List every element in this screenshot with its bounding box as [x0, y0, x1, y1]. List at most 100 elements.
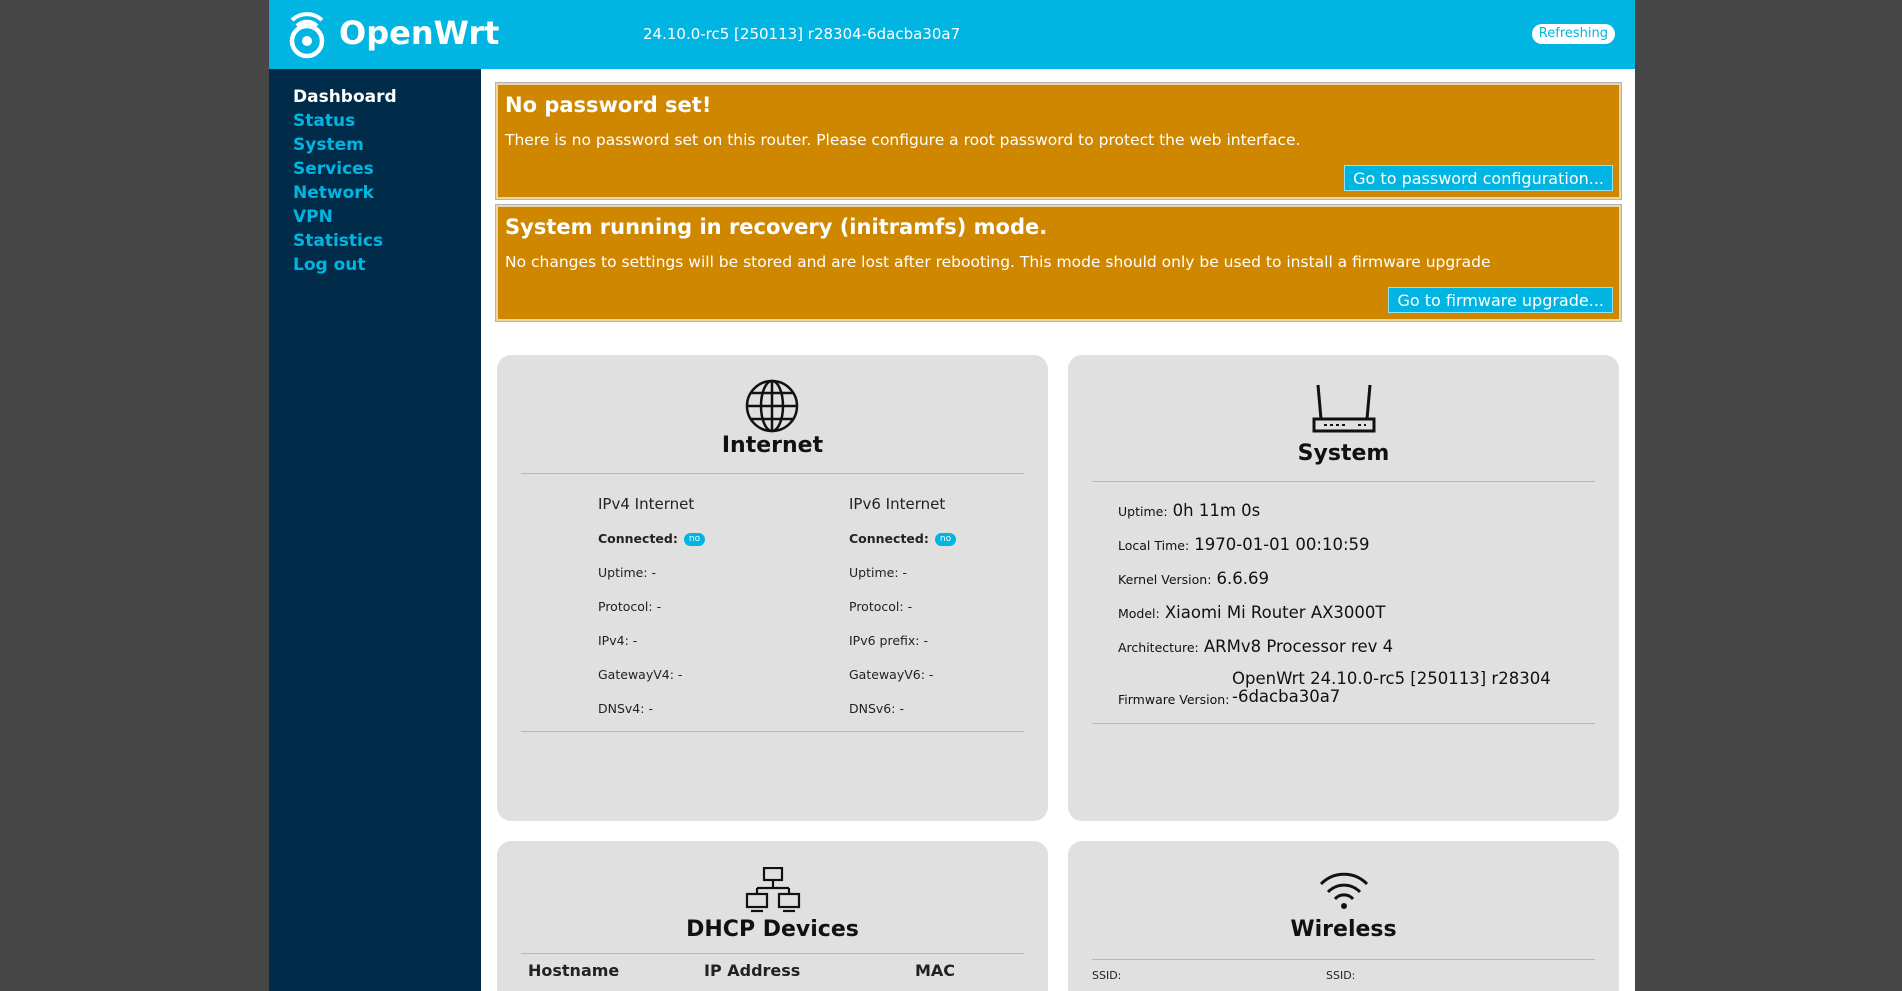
ipv6-uptime-value: -	[902, 565, 908, 580]
ipv6-uptime-row: Uptime: -	[849, 565, 907, 580]
dhcp-col-hostname: Hostname	[528, 961, 620, 980]
divider	[521, 473, 1024, 474]
ipv6-dns-label: DNSv6:	[849, 701, 896, 716]
system-uptime-row: Uptime: 0h 11m 0s	[1118, 501, 1260, 520]
ipv6-prefix-row: IPv6 prefix: -	[849, 633, 928, 648]
system-kernel-row: Kernel Version: 6.6.69	[1118, 569, 1269, 588]
sidebar-item-status[interactable]: Status	[293, 109, 481, 133]
ipv4-protocol-label: Protocol:	[598, 599, 653, 614]
password-config-button[interactable]: Go to password configuration...	[1344, 165, 1613, 191]
app-window: OpenWrt 24.10.0-rc5 [250113] r28304-6dac…	[269, 0, 1635, 991]
ipv6-uptime-label: Uptime:	[849, 565, 899, 580]
ipv6-prefix-label: IPv6 prefix:	[849, 633, 920, 648]
divider	[1092, 481, 1595, 482]
system-firmware-line2: -6dacba30a7	[1232, 687, 1341, 706]
wireless-card: Wireless SSID: SSID:	[1068, 841, 1619, 991]
refreshing-indicator[interactable]: Refreshing	[1531, 24, 1615, 44]
system-localtime-value: 1970-01-01 00:10:59	[1194, 535, 1370, 554]
system-title: System	[1297, 441, 1390, 466]
ipv6-gateway-row: GatewayV6: -	[849, 667, 933, 682]
internet-card: Internet IPv4 Internet Connected: no Upti…	[497, 355, 1048, 821]
brand-name[interactable]: OpenWrt	[339, 14, 499, 52]
system-model-label: Model:	[1118, 606, 1160, 621]
sidebar-item-logout[interactable]: Log out	[293, 253, 481, 277]
alert-text: No changes to settings will be stored an…	[505, 253, 1491, 271]
wireless-title: Wireless	[1290, 917, 1397, 942]
system-uptime-label: Uptime:	[1118, 504, 1168, 519]
firmware-upgrade-button[interactable]: Go to firmware upgrade...	[1388, 287, 1613, 313]
ipv4-uptime-label: Uptime:	[598, 565, 648, 580]
ipv4-protocol-value: -	[656, 599, 662, 614]
ipv6-dns-row: DNSv6: -	[849, 701, 904, 716]
divider	[521, 731, 1024, 732]
system-arch-value: ARMv8 Processor rev 4	[1203, 637, 1394, 656]
system-firmware-line1: OpenWrt 24.10.0-rc5 [250113] r28304	[1232, 669, 1551, 688]
system-kernel-value: 6.6.69	[1216, 569, 1269, 588]
ipv4-connected-label: Connected:	[598, 531, 678, 546]
ipv4-gateway-label: GatewayV4:	[598, 667, 674, 682]
ipv4-addr-value: -	[632, 633, 638, 648]
sidebar-item-system[interactable]: System	[293, 133, 481, 157]
system-model-value: Xiaomi Mi Router AX3000T	[1164, 603, 1386, 622]
alert-no-password: No password set! There is no password se…	[496, 83, 1621, 199]
router-icon	[1312, 384, 1376, 433]
ipv4-dns-label: DNSv4:	[598, 701, 645, 716]
divider	[521, 953, 1024, 954]
ipv4-protocol-row: Protocol: -	[598, 599, 661, 614]
ipv4-dns-row: DNSv4: -	[598, 701, 653, 716]
ipv6-protocol-row: Protocol: -	[849, 599, 912, 614]
system-localtime-row: Local Time: 1970-01-01 00:10:59	[1118, 535, 1370, 554]
alert-text: There is no password set on this router.…	[505, 131, 1301, 149]
ipv4-addr-row: IPv4: -	[598, 633, 637, 648]
ipv6-heading: IPv6 Internet	[849, 495, 946, 513]
dhcp-devices-card: DHCP Devices Hostname IP Address MAC	[497, 841, 1048, 991]
ipv4-heading: IPv4 Internet	[598, 495, 695, 513]
ipv4-gateway-row: GatewayV4: -	[598, 667, 682, 682]
dhcp-col-mac: MAC	[915, 961, 956, 980]
wireless-ssid-label-1: SSID:	[1092, 969, 1122, 982]
system-arch-row: Architecture: ARMv8 Processor rev 4	[1118, 637, 1393, 656]
system-kernel-label: Kernel Version:	[1118, 572, 1212, 587]
ipv6-protocol-label: Protocol:	[849, 599, 904, 614]
system-firmware-label-row: Firmware Version:	[1118, 689, 1229, 708]
ipv6-connected: Connected: no	[849, 531, 957, 546]
ipv4-dns-value: -	[648, 701, 653, 716]
ipv4-uptime-row: Uptime: -	[598, 565, 656, 580]
ipv4-uptime-value: -	[651, 565, 657, 580]
ipv6-prefix-value: -	[923, 633, 929, 648]
ipv4-gateway-value: -	[677, 667, 683, 682]
sidebar-menu: Dashboard Status System Services Network…	[269, 69, 481, 277]
dhcp-col-ip: IP Address	[704, 961, 801, 980]
internet-title: Internet	[721, 433, 824, 458]
system-uptime-value: 0h 11m 0s	[1172, 501, 1261, 520]
sidebar-item-vpn[interactable]: VPN	[293, 205, 481, 229]
firmware-version-header: 24.10.0-rc5 [250113] r28304-6dacba30a7	[643, 25, 961, 43]
system-localtime-label: Local Time:	[1118, 538, 1190, 553]
system-firmware-value: OpenWrt 24.10.0-rc5 [250113] r28304 -6da…	[1232, 670, 1551, 706]
ipv6-gateway-value: -	[928, 667, 934, 682]
globe-icon	[745, 379, 799, 433]
sidebar-item-services[interactable]: Services	[293, 157, 481, 181]
alert-title: System running in recovery (initramfs) m…	[505, 215, 1048, 239]
system-card: System Uptime: 0h 11m 0s Local Time: 197…	[1068, 355, 1619, 821]
sidebar-item-network[interactable]: Network	[293, 181, 481, 205]
top-header: OpenWrt 24.10.0-rc5 [250113] r28304-6dac…	[269, 0, 1635, 69]
main-content: No password set! There is no password se…	[481, 69, 1635, 991]
sidebar: Dashboard Status System Services Network…	[269, 69, 481, 991]
divider	[1092, 723, 1595, 724]
system-firmware-label: Firmware Version:	[1118, 692, 1230, 707]
ipv6-connected-badge: no	[934, 533, 957, 546]
openwrt-logo-icon	[289, 12, 325, 59]
system-model-row: Model: Xiaomi Mi Router AX3000T	[1118, 603, 1386, 622]
wireless-ssid-label-2: SSID:	[1326, 969, 1356, 982]
ipv6-protocol-value: -	[907, 599, 913, 614]
ipv4-connected: Connected: no	[598, 531, 706, 546]
system-arch-label: Architecture:	[1118, 640, 1199, 655]
dhcp-title: DHCP Devices	[686, 917, 859, 942]
ipv6-gateway-label: GatewayV6:	[849, 667, 925, 682]
sidebar-item-statistics[interactable]: Statistics	[293, 229, 481, 253]
ipv4-connected-badge: no	[683, 533, 706, 546]
sidebar-item-dashboard[interactable]: Dashboard	[293, 85, 481, 109]
ipv6-connected-label: Connected:	[849, 531, 929, 546]
network-devices-icon	[745, 867, 801, 913]
